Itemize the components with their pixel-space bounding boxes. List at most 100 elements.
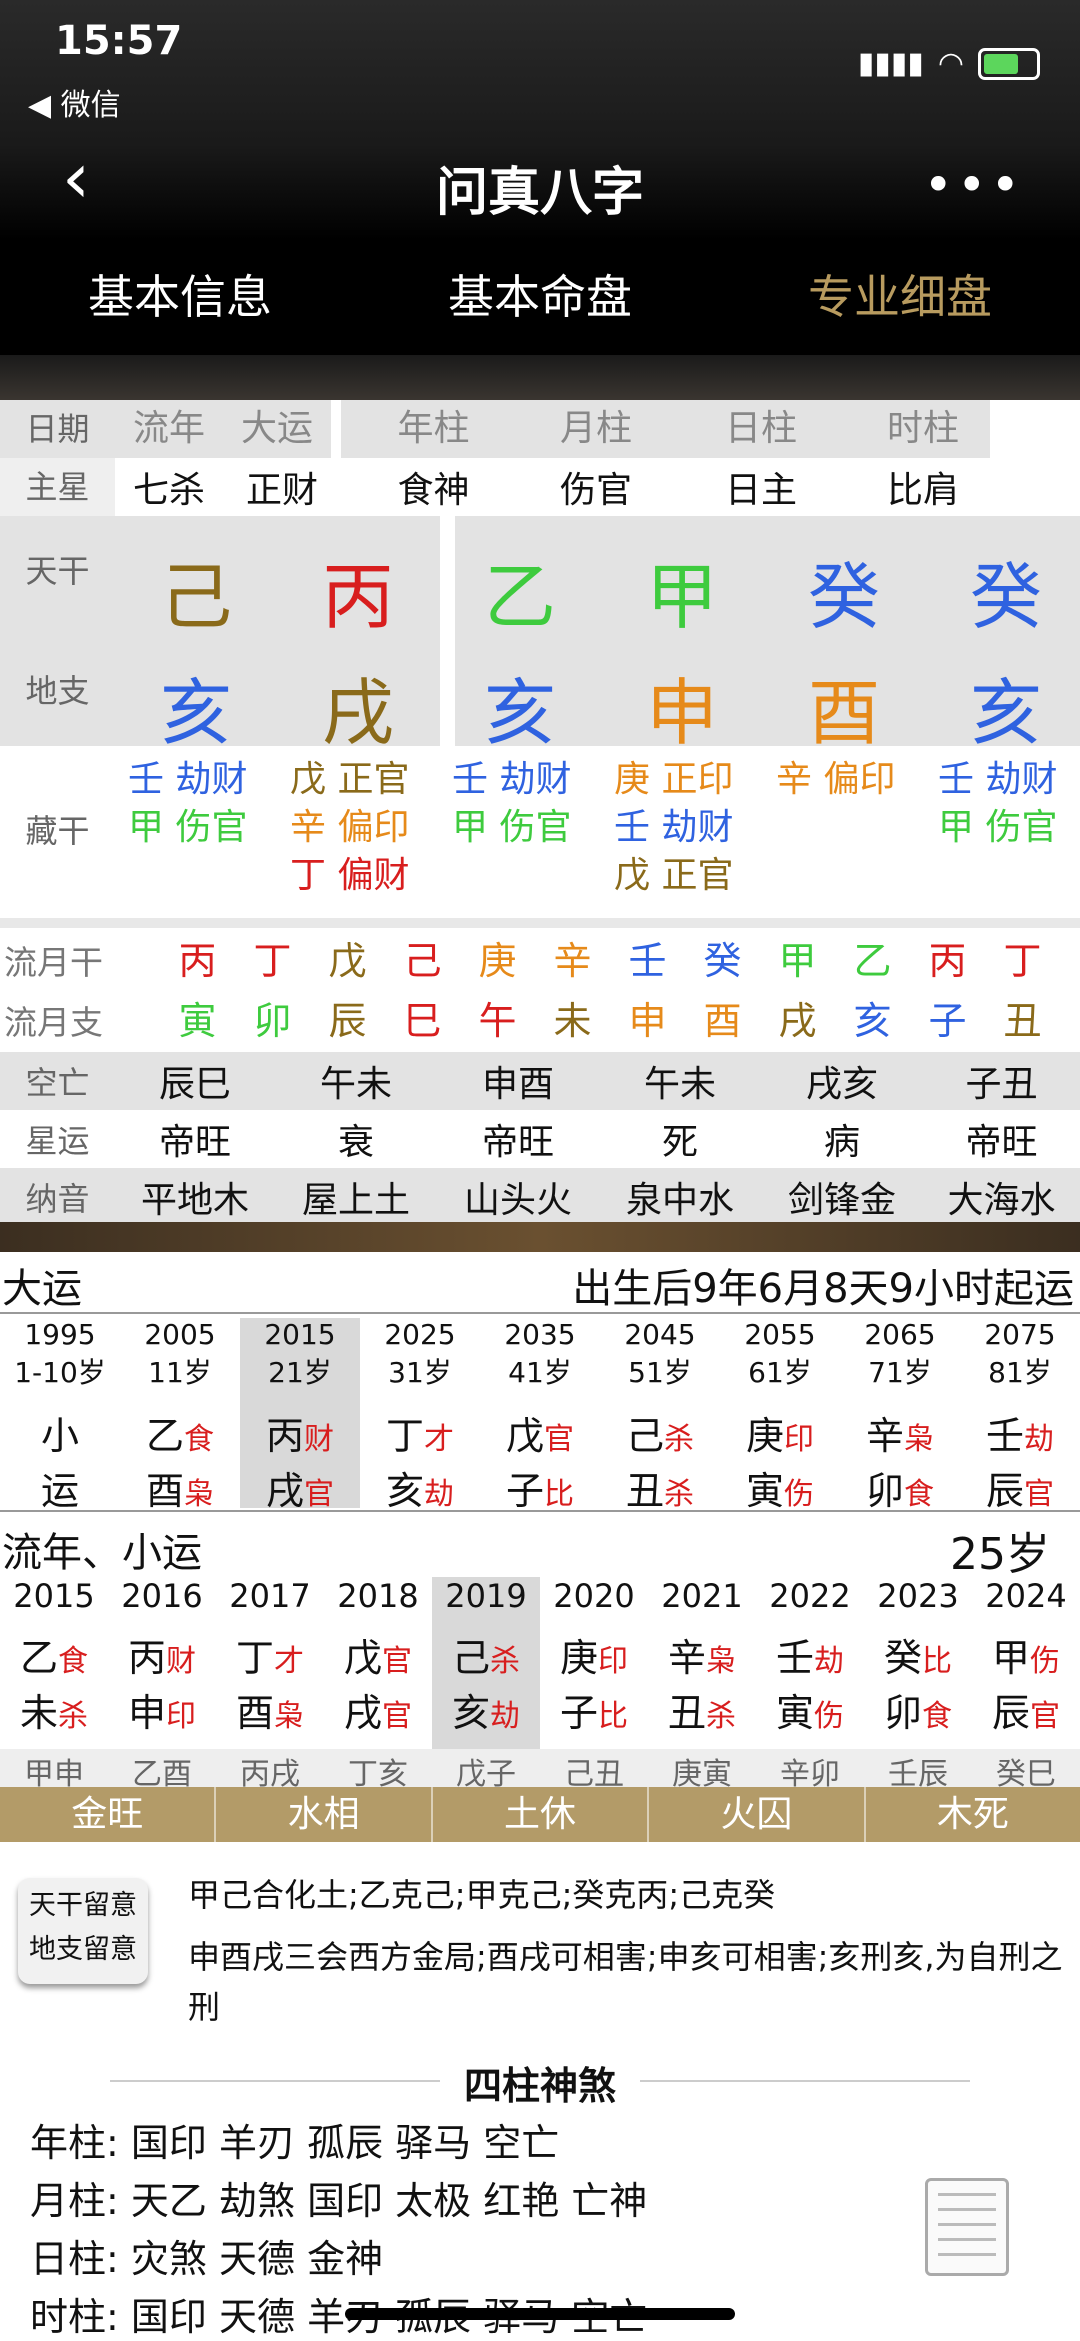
liuyuezhi-label: 流月支 xyxy=(4,1003,103,1042)
liunian-gan-star: 杀 xyxy=(490,1644,520,1679)
tiangan-dayun: 丙 xyxy=(322,555,395,639)
dayun-zhi-star: 官 xyxy=(304,1477,334,1512)
battery-icon xyxy=(978,47,1040,80)
tab-basic-chart[interactable]: 基本命盘 xyxy=(360,240,720,355)
dayun-age: 81岁 xyxy=(988,1356,1052,1389)
liuyuezhi-item: 申 xyxy=(628,999,667,1043)
status-icons: ▮▮▮▮ ◠ xyxy=(858,46,1040,81)
canggan-label: 藏干 xyxy=(25,812,90,850)
dayun-gan: 丁 xyxy=(385,1414,424,1458)
liunian-column[interactable]: 2023 癸比 卯食 壬辰 xyxy=(864,1577,972,1793)
dayun-column[interactable]: 2025 31岁 丁才 亥劫 xyxy=(360,1318,480,1513)
dayun-columns: 1995 1-10岁小运 2005 11岁 乙食 酉枭 2015 21岁 丙财 戌官 2025 31岁… xyxy=(0,1318,1080,1513)
wifi-icon: ◠ xyxy=(937,46,964,81)
dayun-gan-star: 印 xyxy=(784,1422,814,1457)
dayun-column[interactable]: 2065 71岁 辛枭 卯食 xyxy=(840,1318,960,1513)
dayun-column[interactable]: 2005 11岁 乙食 酉枭 xyxy=(120,1318,240,1513)
liuyuegan-item: 丙 xyxy=(178,939,217,983)
liunian-gan-star: 印 xyxy=(598,1644,628,1679)
dayun-column[interactable]: 2075 81岁 壬劫 辰官 xyxy=(960,1318,1080,1513)
dayun-age: 51岁 xyxy=(628,1356,692,1389)
liunian-gan: 丁 xyxy=(235,1636,274,1680)
wuxing-state: 土休 xyxy=(433,1787,650,1842)
zhuxing-value: 比肩 xyxy=(886,470,959,511)
attention-toggle-button[interactable]: 天干留意 地支留意 xyxy=(18,1878,148,1984)
shensha-row: 日柱: 灾煞 天德 金神 xyxy=(30,2237,384,2281)
liunian-gan-star: 比 xyxy=(922,1644,952,1679)
liunian-column[interactable]: 2016 丙财 申印 乙酉 xyxy=(108,1577,216,1793)
dayun-age: 71岁 xyxy=(868,1356,932,1389)
wuxing-state: 木死 xyxy=(936,1794,1009,1835)
liunian-gan-star: 枭 xyxy=(706,1644,736,1679)
top-bar: 15:57 ◀ 微信 ▮▮▮▮ ◠ ‹ 问真八字 ••• xyxy=(0,0,1080,240)
dayun-gan: 庚 xyxy=(745,1414,784,1458)
dayun-column[interactable]: 2015 21岁 丙财 戌官 xyxy=(240,1318,360,1513)
back-to-wechat[interactable]: ◀ 微信 xyxy=(28,80,121,124)
liunian-year: 2024 xyxy=(985,1577,1067,1615)
dayun-year: 1995 xyxy=(24,1318,96,1351)
kongwang-label: 空亡 xyxy=(25,1064,90,1102)
dayun-zhi: 酉 xyxy=(145,1469,184,1513)
dayun-column[interactable]: 2035 41岁 戊官 子比 xyxy=(480,1318,600,1513)
tab-basic-info[interactable]: 基本信息 xyxy=(0,240,360,355)
decor-strip xyxy=(0,355,1080,400)
liunian-column[interactable]: 2018 戊官 戌官 丁亥 xyxy=(324,1577,432,1793)
liunian-title: 流年、小运 xyxy=(2,1530,202,1576)
liunian-column[interactable]: 2021 辛枭 丑杀 庚寅 xyxy=(648,1577,756,1793)
header-date: 日期 xyxy=(0,400,115,458)
liunian-column[interactable]: 2015 乙食 未杀 甲申 xyxy=(0,1577,108,1793)
liunian-zhi: 申 xyxy=(127,1691,166,1735)
zhuxing-value: 伤官 xyxy=(559,470,632,511)
liunian-column[interactable]: 2024 甲伤 辰官 癸巳 xyxy=(972,1577,1080,1793)
liunian-zhi-star: 官 xyxy=(1030,1699,1060,1734)
header-hour-pillar: 时柱 xyxy=(856,400,990,458)
canggan-block: 藏干 壬 劫财 甲 伤官 戊 正官 辛 偏印 丁 偏财 壬 劫财 甲 伤官 庚 … xyxy=(0,746,1080,918)
liuyuegan-item: 壬 xyxy=(628,939,667,983)
liunian-gan: 甲 xyxy=(991,1636,1030,1680)
dayun-start: 出生后9年6月8天9小时起运 xyxy=(572,1266,1074,1312)
dayun-gan: 己 xyxy=(625,1414,664,1458)
dayun-column[interactable]: 2055 61岁 庚印 寅伤 xyxy=(720,1318,840,1513)
dayun-zhi-star: 官 xyxy=(1024,1477,1054,1512)
dayun-column[interactable]: 1995 1-10岁小运 xyxy=(0,1318,120,1513)
liunian-year: 2020 xyxy=(553,1577,635,1615)
liunian-column[interactable]: 2020 庚印 子比 己丑 xyxy=(540,1577,648,1793)
liuyuezhi-item: 辰 xyxy=(328,999,367,1043)
liunian-column[interactable]: 2022 壬劫 寅伤 辛卯 xyxy=(756,1577,864,1793)
liunian-gan: 辛 xyxy=(667,1636,706,1680)
liunian-gan-star: 劫 xyxy=(814,1644,844,1679)
zhuxing-value: 七杀 xyxy=(132,470,205,511)
liunian-year: 2015 xyxy=(13,1577,95,1615)
liunian-gan-star: 伤 xyxy=(1030,1644,1060,1679)
liunian-zhi-star: 印 xyxy=(166,1699,196,1734)
home-indicator xyxy=(345,2308,735,2320)
dayun-year: 2055 xyxy=(744,1318,816,1351)
liuyuezhi-item: 丑 xyxy=(1003,999,1042,1043)
tiangan-day: 癸 xyxy=(808,555,881,639)
edit-note-icon[interactable] xyxy=(925,2178,1009,2276)
bazi-grid: 日期 流年 大运 年柱 月柱 日柱 时柱 主星 七杀 正财 食神 伤官 日主 比… xyxy=(0,400,1080,1226)
liunian-zhi-star: 比 xyxy=(598,1699,628,1734)
liunian-zhi-star: 枭 xyxy=(274,1699,304,1734)
dayun-zhi: 戌 xyxy=(265,1469,304,1513)
dayun-title: 大运 xyxy=(2,1266,82,1312)
liuyuezhi-row: 寅卯辰巳午未申酉戌亥子丑 xyxy=(160,990,1060,1045)
dayun-year: 2075 xyxy=(984,1318,1056,1351)
header-liunian: 流年 xyxy=(115,400,223,458)
liuyuegan-item: 癸 xyxy=(703,939,742,983)
dayun-gan: 丙 xyxy=(265,1414,304,1458)
liuyuezhi-item: 寅 xyxy=(178,999,217,1043)
liunian-column[interactable]: 2017 丁才 酉枭 丙戌 xyxy=(216,1577,324,1793)
dayun-gan: 戊 xyxy=(505,1414,544,1458)
liunian-gan: 癸 xyxy=(883,1636,922,1680)
dayun-zhi-star: 食 xyxy=(904,1477,934,1512)
dayun-column[interactable]: 2045 51岁 己杀 丑杀 xyxy=(600,1318,720,1513)
status-time: 15:57 xyxy=(55,18,183,64)
dayun-age: 11岁 xyxy=(148,1356,212,1389)
liunian-column[interactable]: 2019 己杀 亥劫 戊子 xyxy=(432,1577,540,1793)
liuyuegan-label: 流月干 xyxy=(4,943,103,982)
dayun-gan-star: 官 xyxy=(544,1422,574,1457)
more-button[interactable]: ••• xyxy=(924,156,1024,214)
liunian-gan: 己 xyxy=(451,1636,490,1680)
tab-pro-chart[interactable]: 专业细盘 xyxy=(720,240,1080,355)
